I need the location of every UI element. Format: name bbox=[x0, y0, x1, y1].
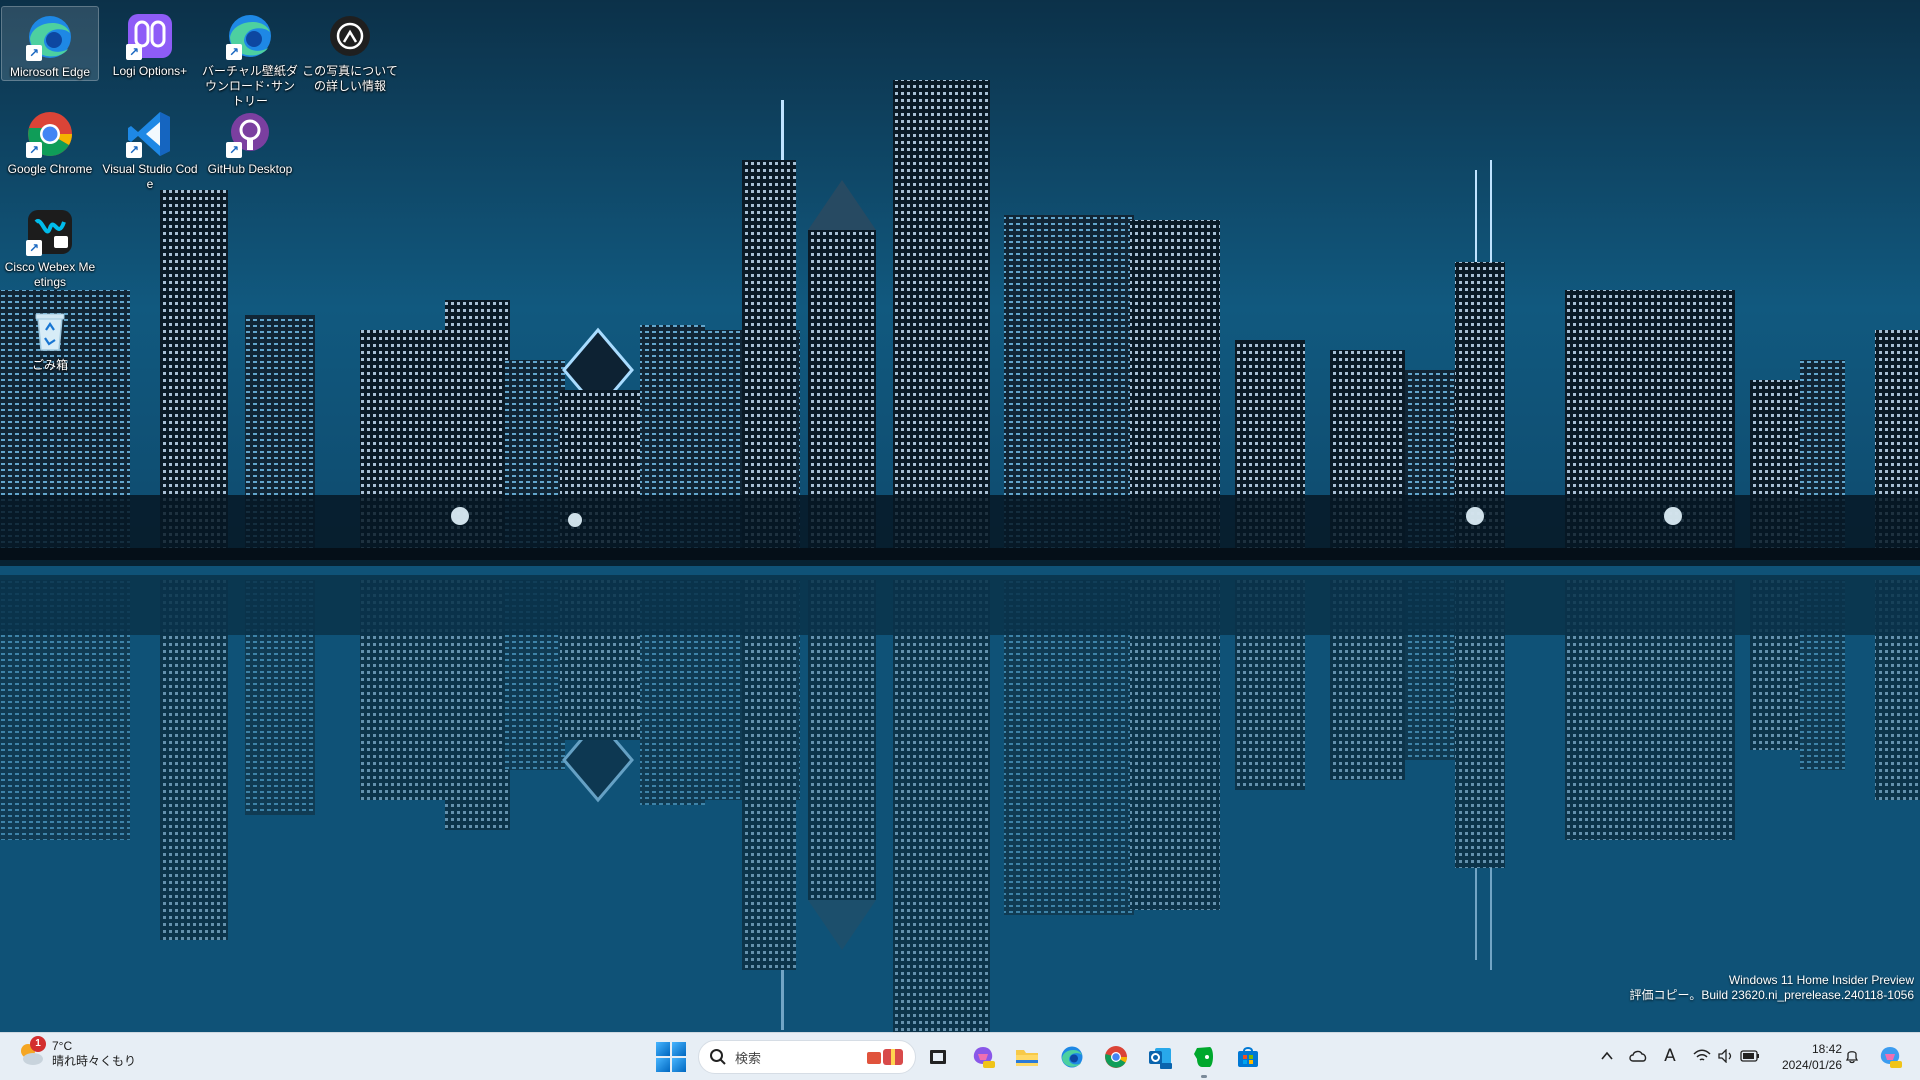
chrome-icon bbox=[1105, 1046, 1127, 1068]
weather-temperature: 7°C bbox=[52, 1039, 73, 1053]
task-view-icon bbox=[930, 1050, 946, 1064]
battery-icon[interactable] bbox=[1739, 1045, 1761, 1067]
recycle-bin-icon bbox=[24, 304, 76, 356]
taskbar-outlook[interactable] bbox=[1143, 1040, 1177, 1074]
desktop-icon-label: バーチャル壁紙ダウンロード･サントリー bbox=[202, 64, 298, 108]
taskbar-microsoft-store[interactable] bbox=[1231, 1040, 1265, 1074]
running-indicator bbox=[1201, 1075, 1207, 1078]
windows-logo-pane bbox=[672, 1058, 686, 1072]
ime-mode-indicator[interactable]: A bbox=[1659, 1045, 1681, 1067]
taskbar-search-box[interactable]: 検索 bbox=[698, 1040, 916, 1074]
shortcut-arrow-icon: ↗ bbox=[126, 142, 142, 158]
logi-options-icon: ↗ bbox=[124, 10, 176, 62]
volume-icon[interactable] bbox=[1715, 1045, 1737, 1067]
desktop-icon-recycle-bin[interactable]: ごみ箱 bbox=[1, 300, 99, 373]
desktop-icon-github-desktop[interactable]: ↗ GitHub Desktop bbox=[201, 104, 299, 177]
store-icon bbox=[1238, 1047, 1258, 1067]
desktop-icon-logi-options[interactable]: ↗ Logi Options+ bbox=[101, 6, 199, 79]
weather-widget[interactable]: 1 7°C 晴れ時々くもり bbox=[16, 1036, 137, 1069]
outlook-icon bbox=[1149, 1048, 1172, 1069]
shortcut-arrow-icon: ↗ bbox=[126, 44, 142, 60]
edge-icon bbox=[1061, 1046, 1083, 1068]
chrome-icon: ↗ bbox=[24, 108, 76, 160]
desktop-icon-label: ごみ箱 bbox=[31, 358, 68, 372]
watermark-build: 評価コピー。Build 23620.ni_prerelease.240118-1… bbox=[1629, 988, 1915, 1002]
shortcut-arrow-icon: ↗ bbox=[226, 44, 242, 60]
tray-overflow-chevron-icon[interactable] bbox=[1596, 1045, 1618, 1067]
desktop-icon-vscode[interactable]: ↗ Visual Studio Code bbox=[101, 104, 199, 192]
windows-build-watermark: Windows 11 Home Insider Preview 評価コピー。Bu… bbox=[1630, 973, 1915, 1003]
start-button[interactable] bbox=[655, 1041, 687, 1073]
taskbar-copilot[interactable] bbox=[966, 1040, 1000, 1074]
shortcut-arrow-icon: ↗ bbox=[26, 45, 42, 61]
weather-condition: 晴れ時々くもり bbox=[52, 1054, 137, 1068]
notification-bell-icon[interactable] bbox=[1841, 1045, 1863, 1067]
vscode-icon: ↗ bbox=[124, 108, 176, 160]
desktop-icon-label: GitHub Desktop bbox=[207, 162, 293, 176]
desktop-icon-label: Cisco Webex Meetings bbox=[4, 260, 96, 289]
copilot-preview-icon[interactable] bbox=[1876, 1043, 1904, 1071]
onedrive-cloud-icon[interactable] bbox=[1627, 1045, 1649, 1067]
taskbar: 1 7°C 晴れ時々くもり 検索 A 18:42 2024/01/26 bbox=[0, 1032, 1920, 1080]
shortcut-arrow-icon: ↗ bbox=[26, 142, 42, 158]
taskbar-evernote[interactable] bbox=[1187, 1040, 1221, 1078]
weather-alert-badge: 1 bbox=[30, 1036, 46, 1052]
ime-mode-label: A bbox=[1664, 1046, 1676, 1066]
evernote-icon bbox=[1194, 1047, 1213, 1067]
taskbar-edge[interactable] bbox=[1055, 1040, 1089, 1074]
desktop-icon-label: Google Chrome bbox=[7, 162, 93, 176]
desktop-icon-label: Visual Studio Code bbox=[102, 162, 198, 191]
clock-date: 2024/01/26 bbox=[1781, 1058, 1842, 1072]
shortcut-arrow-icon: ↗ bbox=[226, 142, 242, 158]
weather-partly-cloudy-icon: 1 bbox=[16, 1036, 46, 1069]
github-desktop-icon: ↗ bbox=[224, 108, 276, 160]
taskbar-task-view[interactable] bbox=[921, 1040, 955, 1074]
search-placeholder: 検索 bbox=[735, 1050, 762, 1066]
watermark-edition: Windows 11 Home Insider Preview bbox=[1728, 973, 1914, 987]
taskbar-clock[interactable]: 18:42 2024/01/26 bbox=[1762, 1041, 1842, 1073]
desktop-icon-photo-info[interactable]: この写真についての詳しい情報 bbox=[301, 6, 399, 94]
windows-logo-pane bbox=[656, 1042, 670, 1056]
search-icon bbox=[710, 1049, 726, 1065]
desktop-icon-microsoft-edge[interactable]: ↗ Microsoft Edge bbox=[1, 6, 99, 81]
desktop-icon-label: Logi Options+ bbox=[112, 64, 188, 78]
windows-logo-pane bbox=[656, 1058, 670, 1072]
desktop-icon-cisco-webex[interactable]: ↗ Cisco Webex Meetings bbox=[1, 202, 99, 290]
camera-info-icon bbox=[324, 10, 376, 62]
taskbar-chrome[interactable] bbox=[1099, 1040, 1133, 1074]
windows-logo-pane bbox=[672, 1042, 686, 1056]
desktop-icon-google-chrome[interactable]: ↗ Google Chrome bbox=[1, 104, 99, 177]
edge-icon: ↗ bbox=[24, 11, 76, 63]
desktop-icon-label: この写真についての詳しい情報 bbox=[302, 64, 398, 93]
search-highlight-icon bbox=[867, 1049, 903, 1065]
copilot-icon bbox=[973, 1047, 995, 1068]
folder-icon bbox=[1016, 1050, 1038, 1066]
wifi-icon[interactable] bbox=[1691, 1045, 1713, 1067]
taskbar-file-explorer[interactable] bbox=[1010, 1040, 1044, 1074]
clock-time: 18:42 bbox=[1811, 1042, 1842, 1056]
shortcut-arrow-icon: ↗ bbox=[26, 240, 42, 256]
edge-icon: ↗ bbox=[224, 10, 276, 62]
webex-icon: ↗ bbox=[24, 206, 76, 258]
desktop-icon-label: Microsoft Edge bbox=[9, 65, 91, 79]
desktop-icon-virtual-wallpaper[interactable]: ↗ バーチャル壁紙ダウンロード･サントリー bbox=[201, 6, 299, 109]
